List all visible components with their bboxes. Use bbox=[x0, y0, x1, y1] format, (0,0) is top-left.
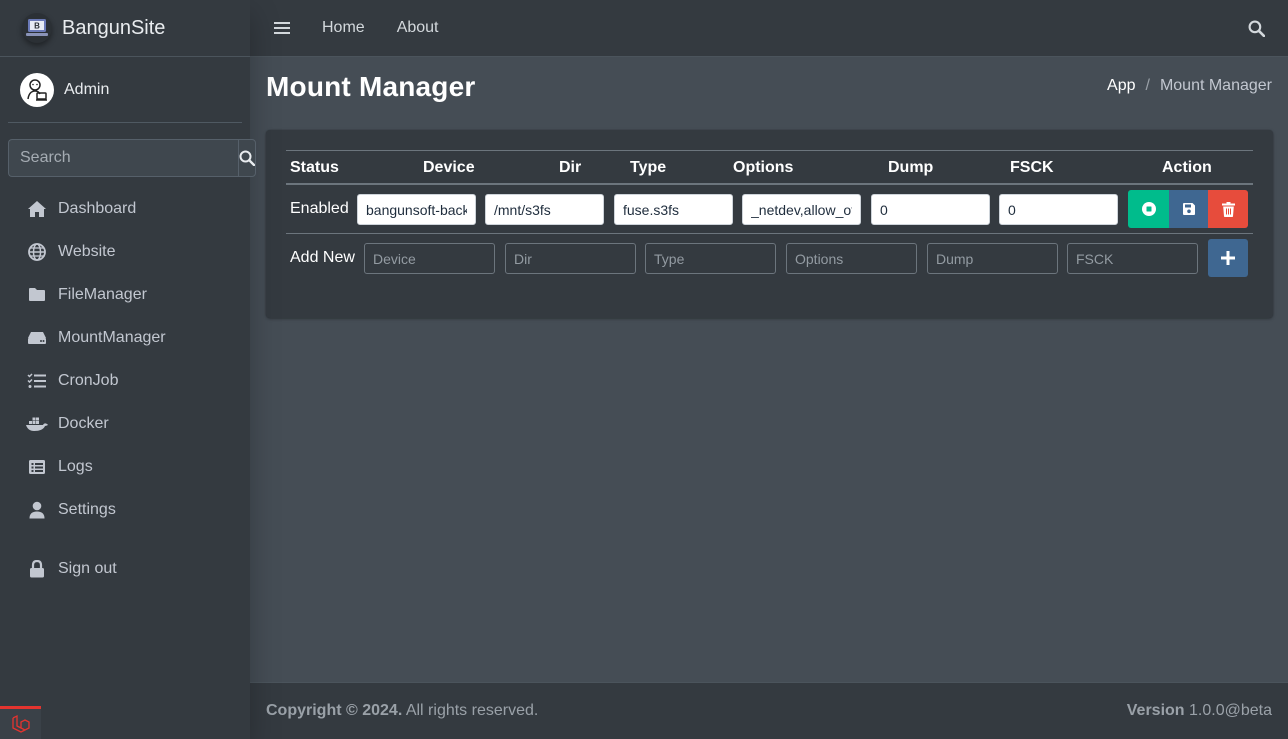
sidebar-nav: Dashboard Website FileManager MountManag… bbox=[0, 187, 250, 590]
user-name: Admin bbox=[64, 80, 110, 98]
top-navbar: Home About bbox=[250, 0, 1288, 57]
search-icon bbox=[239, 150, 255, 166]
footer: Copyright © 2024. All rights reserved. V… bbox=[250, 682, 1288, 739]
folder-icon bbox=[26, 285, 48, 305]
sidebar-item-mountmanager[interactable]: MountManager bbox=[8, 316, 242, 359]
list-alt-icon bbox=[26, 457, 48, 477]
new-type-input[interactable] bbox=[645, 243, 776, 274]
add-row: Add New bbox=[286, 234, 1253, 283]
sidebar-item-filemanager[interactable]: FileManager bbox=[8, 273, 242, 316]
fsck-input[interactable] bbox=[999, 194, 1118, 225]
nav-link-home[interactable]: Home bbox=[322, 19, 365, 37]
home-icon bbox=[26, 199, 48, 219]
version-label: Version bbox=[1126, 702, 1185, 719]
copyright: Copyright © 2024. All rights reserved. bbox=[266, 702, 538, 720]
header-options: Options bbox=[733, 159, 794, 176]
new-options-input[interactable] bbox=[786, 243, 917, 274]
device-input[interactable] bbox=[357, 194, 476, 225]
plus-icon bbox=[1221, 251, 1235, 265]
brand-link[interactable]: B BangunSite bbox=[0, 0, 250, 57]
sidebar-item-dashboard[interactable]: Dashboard bbox=[8, 187, 242, 230]
delete-button[interactable] bbox=[1208, 190, 1248, 228]
breadcrumb-separator: / bbox=[1145, 77, 1150, 94]
sidebar-item-settings[interactable]: Settings bbox=[8, 488, 242, 531]
sidebar-item-label: Docker bbox=[58, 414, 109, 432]
sidebar-item-cronjob[interactable]: CronJob bbox=[8, 359, 242, 402]
table-header: Status Device Dir Type Options Dump FSCK… bbox=[286, 150, 1253, 185]
dump-input[interactable] bbox=[871, 194, 990, 225]
options-input[interactable] bbox=[742, 194, 861, 225]
menu-toggle-icon[interactable] bbox=[272, 18, 292, 38]
breadcrumb-current: Mount Manager bbox=[1159, 77, 1272, 94]
header-status: Status bbox=[290, 159, 339, 176]
docker-icon bbox=[26, 414, 48, 434]
search-icon bbox=[1248, 20, 1265, 37]
navbar-search-button[interactable] bbox=[1246, 18, 1266, 38]
tasks-icon bbox=[26, 371, 48, 391]
sidebar-item-label: Dashboard bbox=[58, 199, 137, 217]
header-dump: Dump bbox=[888, 159, 934, 176]
breadcrumb-app[interactable]: App bbox=[1107, 77, 1135, 95]
type-input[interactable] bbox=[614, 194, 733, 225]
sidebar-item-label: Sign out bbox=[58, 559, 117, 577]
svg-text:B: B bbox=[34, 22, 40, 31]
trash-icon bbox=[1221, 201, 1235, 217]
sidebar-item-label: FileManager bbox=[58, 285, 147, 303]
sidebar-item-docker[interactable]: Docker bbox=[8, 402, 242, 445]
header-fsck: FSCK bbox=[1010, 159, 1054, 176]
sidebar-item-label: Logs bbox=[58, 457, 93, 475]
stop-circle-icon bbox=[1141, 202, 1156, 216]
nav-link-about[interactable]: About bbox=[397, 19, 439, 37]
save-icon bbox=[1182, 203, 1195, 215]
new-fsck-input[interactable] bbox=[1067, 243, 1198, 274]
copyright-strong: Copyright © 2024. bbox=[266, 702, 403, 719]
user-panel[interactable]: Admin bbox=[8, 57, 242, 123]
status-text: Enabled bbox=[290, 200, 349, 217]
sidebar: B BangunSite Admin Dashboard bbox=[0, 0, 256, 739]
brand-name: BangunSite bbox=[62, 16, 166, 39]
hdd-icon bbox=[26, 328, 48, 348]
sidebar-item-label: CronJob bbox=[58, 371, 119, 389]
mount-table: Status Device Dir Type Options Dump FSCK… bbox=[286, 150, 1253, 277]
header-device: Device bbox=[423, 159, 475, 176]
globe-icon bbox=[26, 242, 48, 262]
new-dir-input[interactable] bbox=[505, 243, 636, 274]
header-dir: Dir bbox=[559, 159, 582, 176]
add-mount-button[interactable] bbox=[1208, 239, 1248, 277]
header-action: Action bbox=[1162, 159, 1212, 176]
sidebar-search-input[interactable] bbox=[8, 139, 238, 177]
add-new-label: Add New bbox=[290, 249, 355, 266]
laravel-icon bbox=[11, 714, 30, 733]
sidebar-item-label: Website bbox=[58, 242, 116, 260]
sidebar-search bbox=[8, 139, 256, 177]
table-row: Enabled bbox=[286, 185, 1253, 234]
version-info: Version 1.0.0@beta bbox=[1127, 702, 1272, 720]
dir-input[interactable] bbox=[485, 194, 604, 225]
mount-card: Status Device Dir Type Options Dump FSCK… bbox=[266, 130, 1273, 318]
new-dump-input[interactable] bbox=[927, 243, 1058, 274]
toggle-mount-button[interactable] bbox=[1128, 190, 1169, 228]
copyright-rest: All rights reserved. bbox=[402, 702, 539, 719]
sidebar-item-logs[interactable]: Logs bbox=[8, 445, 242, 488]
breadcrumb: App / Mount Manager bbox=[1107, 77, 1272, 95]
new-device-input[interactable] bbox=[364, 243, 495, 274]
version-value: 1.0.0@beta bbox=[1184, 702, 1272, 719]
user-icon bbox=[26, 500, 48, 520]
brand-logo: B bbox=[22, 13, 52, 43]
debugbar-toggle[interactable] bbox=[0, 706, 41, 739]
sidebar-item-signout[interactable]: Sign out bbox=[8, 547, 242, 590]
lock-icon bbox=[26, 559, 48, 579]
header-type: Type bbox=[630, 159, 667, 176]
avatar bbox=[20, 72, 54, 107]
sidebar-item-label: MountManager bbox=[58, 328, 166, 346]
sidebar-item-label: Settings bbox=[58, 500, 116, 518]
save-button[interactable] bbox=[1169, 190, 1208, 228]
sidebar-search-button[interactable] bbox=[238, 139, 256, 177]
sidebar-item-website[interactable]: Website bbox=[8, 230, 242, 273]
page-title: Mount Manager bbox=[266, 71, 476, 102]
